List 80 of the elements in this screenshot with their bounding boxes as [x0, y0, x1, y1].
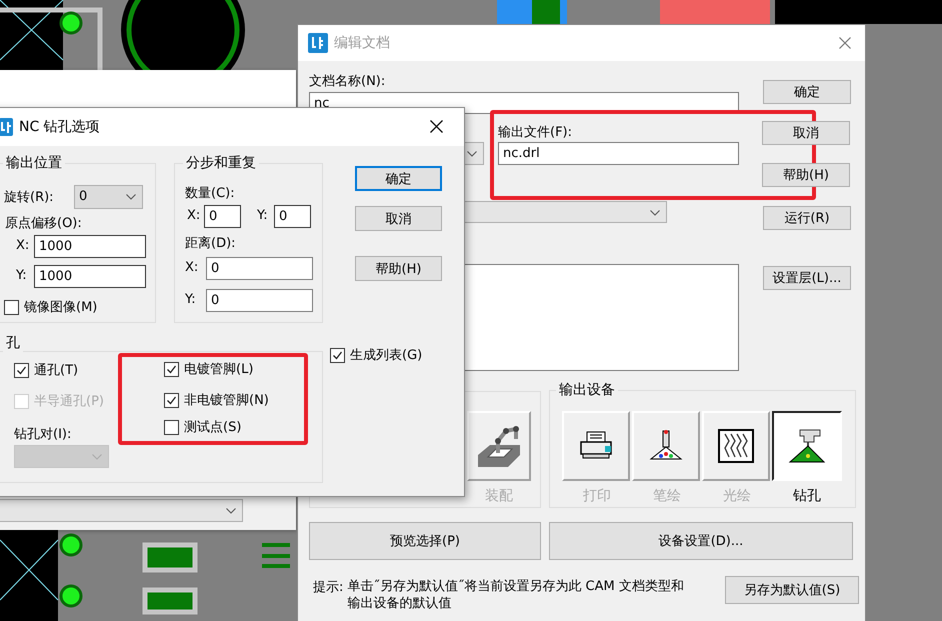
drill-icon [788, 428, 826, 464]
dialog-button[interactable]: 取消 [762, 121, 850, 145]
chevron-icon [92, 454, 102, 460]
field-label: 距离(D): [185, 235, 236, 252]
checkbox-label: 测试点(S) [184, 419, 242, 436]
group-title: 输出位置 [3, 154, 65, 172]
dialog-button[interactable]: 确定 [355, 166, 442, 191]
field-label: X: [185, 260, 198, 275]
chevron-icon [126, 194, 136, 200]
checkbox-label: 镜像图像(M) [24, 299, 98, 316]
field-label: Y: [185, 292, 196, 307]
checkbox-label: 通孔(T) [34, 362, 78, 379]
field-label: X: [187, 208, 200, 223]
dropdown[interactable]: 0 [74, 185, 143, 209]
preview-button[interactable]: 预览选择(P) [309, 522, 541, 560]
field-label: 旋转(R): [4, 189, 54, 206]
hint-label: 提示: [313, 579, 344, 597]
checkbox[interactable] [330, 348, 345, 362]
field-label: 原点偏移(O): [5, 215, 82, 232]
input-field[interactable]: 0 [274, 205, 311, 228]
chevron-icon [467, 151, 477, 157]
hint-text: 单击˝另存为默认值˝将当前设置另存为此 CAM 文档类型和输出设备的默认值 [347, 578, 685, 612]
checkbox-label: 非电镀管脚(N) [184, 392, 269, 409]
check-icon [332, 350, 343, 360]
dialog-button[interactable]: 帮助(H) [355, 256, 442, 281]
field-label: X: [16, 238, 30, 253]
field-label: 文档名称(N): [309, 73, 386, 90]
checkbox[interactable] [164, 420, 179, 434]
chevron-icon [226, 508, 236, 514]
field-label: 数量(C): [185, 185, 235, 202]
group-title: 输出设备 [556, 381, 618, 399]
dropdown[interactable] [0, 499, 243, 522]
device-button[interactable] [772, 411, 842, 481]
pad [60, 534, 82, 556]
trace-drawing [260, 543, 292, 568]
device-label: 笔绘 [652, 487, 682, 505]
field-label: 钻孔对(I): [14, 426, 72, 443]
window-title: 编辑文档 [334, 34, 390, 52]
pad [60, 584, 82, 608]
field-label: Y: [257, 208, 268, 223]
dialog-button[interactable]: 设置层(L)... [763, 266, 851, 290]
checkbox-label: 电镀管脚(L) [184, 361, 254, 378]
device-label: 光绘 [722, 487, 752, 505]
input-field[interactable]: 0 [204, 205, 241, 228]
checkbox[interactable] [14, 362, 29, 378]
input-field[interactable]: 1000 [34, 235, 146, 258]
tile-label: 装配 [484, 487, 514, 505]
dialog-button[interactable]: 取消 [355, 206, 442, 231]
input-field[interactable]: 1000 [34, 265, 146, 288]
checkbox-label: 半导通孔(P) [34, 393, 104, 410]
group-title: 孔 [3, 334, 23, 352]
app-icon [308, 33, 328, 53]
input-field[interactable]: nc.drl [498, 142, 739, 165]
copper-area-drawing [497, 0, 567, 24]
window-title: NC 钻孔选项 [19, 118, 100, 136]
checkbox[interactable] [164, 362, 179, 376]
field-label: Y: [16, 268, 27, 283]
field-label: 输出文件(F): [498, 124, 572, 141]
check-icon [16, 364, 27, 376]
check-icon [166, 394, 177, 406]
pad [60, 12, 82, 34]
dialog-button[interactable]: 确定 [763, 80, 851, 104]
dialog-button[interactable]: 运行(R) [763, 206, 851, 230]
device-label: 打印 [582, 487, 612, 505]
checkbox[interactable] [4, 300, 19, 314]
ground-plane-drawing [0, 0, 64, 70]
check-icon [166, 364, 177, 374]
input-field[interactable]: 0 [206, 289, 313, 312]
input-field[interactable]: 0 [206, 257, 313, 280]
checkbox-label: 生成列表(G) [350, 347, 422, 364]
close-icon[interactable] [430, 120, 443, 133]
tile-button[interactable] [467, 411, 531, 481]
circuit-board-icon [718, 429, 754, 463]
dialog-button[interactable]: 帮助(H) [762, 163, 850, 187]
device-settings-button[interactable]: 设备设置(D)... [549, 522, 853, 560]
save-default-button[interactable]: 另存为默认值(S) [725, 576, 859, 604]
chevron-icon [650, 210, 660, 216]
device-label: 钻孔 [792, 487, 822, 505]
group-title: 分步和重复 [183, 154, 259, 172]
checkbox[interactable] [164, 392, 179, 408]
